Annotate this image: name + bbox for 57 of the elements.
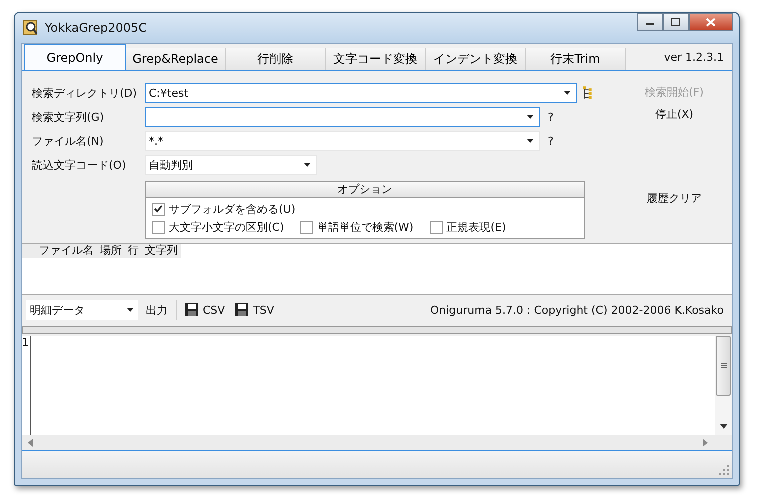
combo-field[interactable]: *.* [145, 131, 540, 151]
dropdown-arrow-icon [304, 163, 311, 167]
help-mark[interactable]: ? [548, 110, 554, 124]
action-button[interactable]: 履歴クリア [643, 187, 706, 209]
dropdown-arrow-icon [527, 139, 534, 143]
checkbox[interactable]: サブフォルダを含める(U) [152, 202, 296, 216]
dropdown-arrow-icon [564, 91, 572, 95]
checkbox[interactable]: 単語単位で検索(W) [300, 220, 414, 234]
column-header[interactable]: 文字列 [142, 244, 181, 258]
horizontal-scrollbar[interactable] [22, 435, 732, 451]
export-button[interactable]: CSV [183, 303, 228, 317]
tab[interactable]: 行末Trim [526, 48, 626, 70]
version-label: ver 1.2.3.1 [664, 50, 724, 64]
close-icon [706, 18, 716, 26]
copyright-text: Oniguruma 5.7.0 : Copyright (C) 2002-2006 K.Kosako [430, 304, 724, 316]
field-label: 検索文字列(G) [32, 110, 106, 124]
close-button[interactable] [689, 13, 733, 31]
scroll-left-arrow-icon[interactable] [28, 438, 33, 446]
combo-field[interactable]: C:¥test [145, 83, 578, 103]
magnifier-icon [23, 20, 39, 36]
combo-field[interactable] [145, 107, 540, 127]
dropdown-arrow-icon [127, 308, 134, 312]
output-button[interactable]: 出力 [144, 302, 170, 318]
window-title: YokkaGrep2005C [45, 21, 148, 35]
splitter-bar[interactable] [22, 326, 732, 334]
options-header: オプション [146, 182, 584, 198]
column-header[interactable]: ファイル名 [36, 244, 97, 258]
checkbox[interactable]: 大文字小文字の区別(C) [152, 220, 284, 234]
vertical-scrollbar[interactable] [715, 336, 732, 435]
scrollbar-thumb[interactable] [716, 336, 731, 396]
field-label: 読込文字コード(O) [32, 158, 128, 172]
grip-lines-icon [720, 362, 726, 368]
checkbox[interactable]: 正規表現(E) [430, 220, 506, 234]
check-icon [154, 205, 163, 213]
line-number: 1 [22, 336, 30, 349]
field-label: ファイル名(N) [32, 134, 105, 148]
export-button[interactable]: TSV [233, 303, 276, 317]
tab[interactable]: 文字コード変換 [326, 48, 426, 70]
text-editor[interactable]: 1 [22, 336, 732, 451]
column-header[interactable]: 場所 [97, 244, 125, 258]
resize-grip-icon[interactable] [719, 465, 729, 475]
minimize-button[interactable] [637, 13, 663, 31]
combo-field[interactable]: 自動判別 [145, 155, 317, 175]
field-label: 検索ディレクトリ(D) [32, 86, 138, 100]
scroll-down-arrow-icon[interactable] [720, 424, 728, 429]
help-mark[interactable]: ? [548, 134, 554, 148]
scroll-right-arrow-icon[interactable] [703, 438, 708, 446]
tab[interactable]: インデント変換 [426, 48, 526, 70]
mode-dropdown[interactable]: 明細データ [26, 300, 138, 320]
dropdown-arrow-icon [527, 115, 534, 119]
column-header[interactable]: 行 [125, 244, 142, 258]
action-button[interactable]: 停止(X) [651, 103, 698, 125]
tab[interactable]: GrepOnly [24, 44, 126, 70]
tab[interactable]: Grep&Replace [126, 48, 226, 70]
maximize-icon [671, 18, 681, 26]
tab[interactable]: 行削除 [226, 48, 326, 70]
maximize-button[interactable] [663, 13, 689, 31]
